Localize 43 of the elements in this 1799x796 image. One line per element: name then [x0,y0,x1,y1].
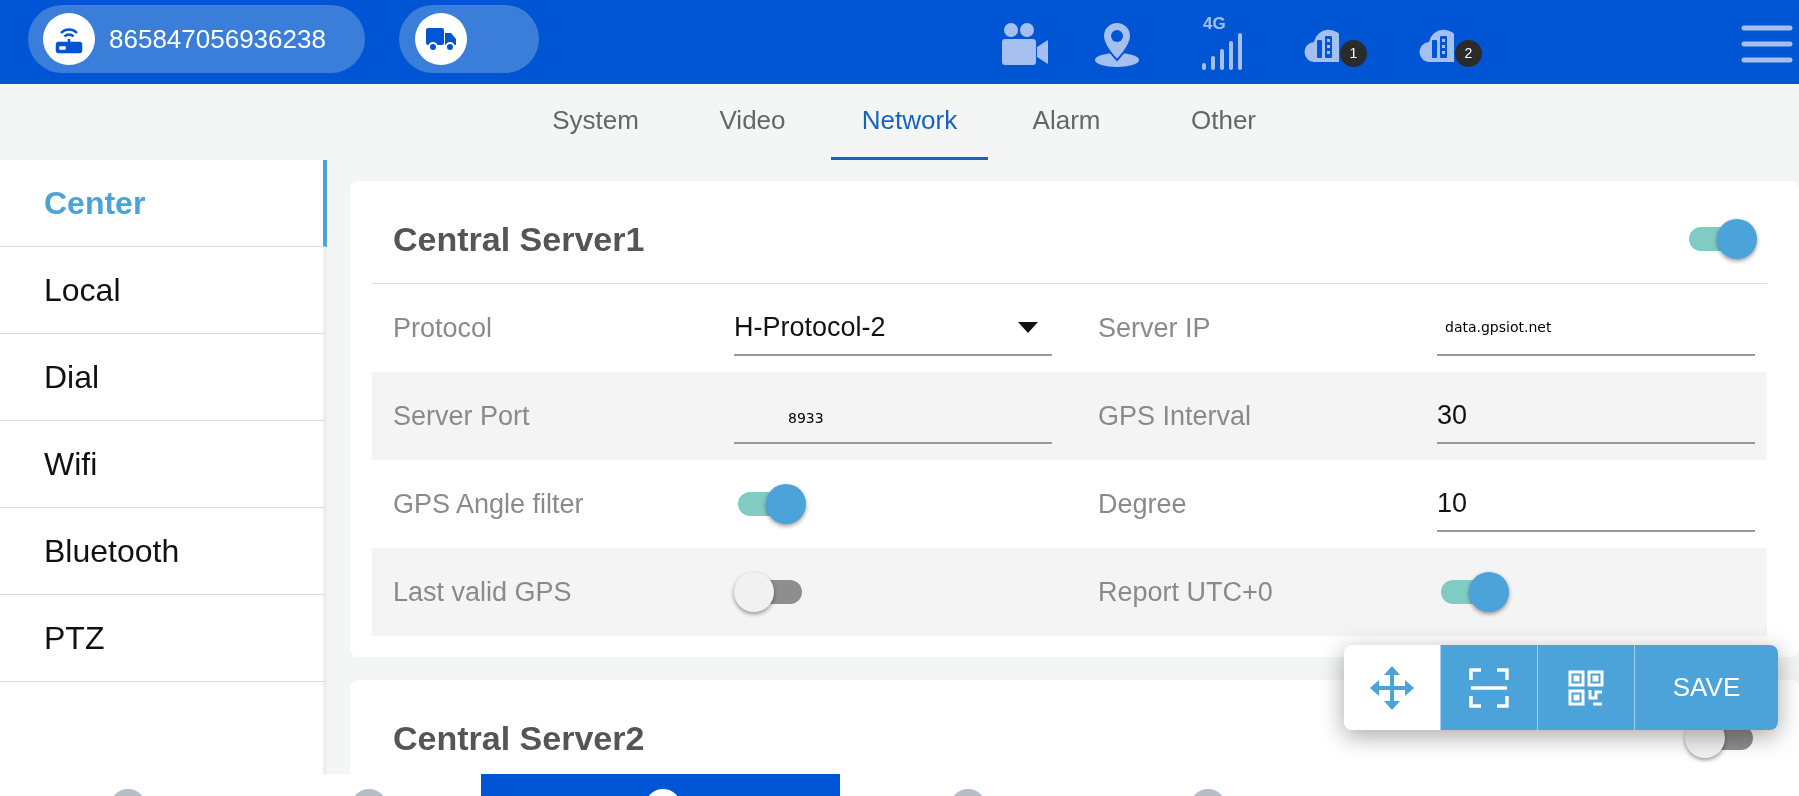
section-title: Central Server2 [392,717,645,759]
text-field[interactable]: data.gpsiot.net [1437,300,1755,356]
tab[interactable]: Video [674,84,831,160]
sidebar-item[interactable]: Wifi [0,421,327,508]
tab[interactable]: Other [1145,84,1302,160]
tab[interactable]: Network [831,84,988,160]
count-badge: 2 [1455,40,1482,67]
scan-button[interactable] [1441,645,1538,730]
truck-icon [415,13,467,65]
field-label: Server Port [392,399,531,433]
sidebar-item[interactable]: Dial [0,334,327,421]
menu-icon[interactable] [1741,24,1793,64]
device-id-chip[interactable]: 865847056936238 [28,5,365,73]
sidebar-item[interactable]: Bluetooth [0,508,327,595]
qr-code-icon [1568,669,1604,706]
camera-icon[interactable] [1000,22,1050,66]
field-label: Server IP [1097,311,1212,345]
network-type-label: 4G [1203,13,1226,35]
field-label: Degree [1097,487,1188,521]
move-button[interactable] [1344,645,1441,730]
tab[interactable]: Alarm [988,84,1145,160]
count-badge: 1 [1340,40,1367,67]
field-label: Protocol [392,311,494,345]
tab[interactable]: System [517,84,674,160]
sidebar-item[interactable]: Local [0,247,327,334]
router-icon [43,13,95,65]
section-title: Central Server1 [392,218,645,260]
dropdown[interactable]: H-Protocol-2 [734,300,1052,356]
move-icon [1369,664,1415,711]
field-label: GPS Interval [1097,399,1253,433]
field-label: Report UTC+0 [1097,575,1274,609]
dropdown-caret-icon [1018,321,1038,333]
location-pin-icon[interactable] [1093,20,1141,68]
qr-button[interactable] [1538,645,1635,730]
text-field[interactable]: 10 [1437,476,1755,532]
field-label: GPS Angle filter [392,487,585,521]
signal-icon [1200,31,1244,71]
text-field[interactable]: 30 [1437,388,1755,444]
scan-icon [1469,667,1509,708]
device-id-text: 865847056936238 [109,22,326,56]
sidebar-item[interactable]: PTZ [0,595,327,682]
field-label: Last valid GPS [392,575,573,609]
text-field[interactable]: 8933 [734,388,1052,444]
